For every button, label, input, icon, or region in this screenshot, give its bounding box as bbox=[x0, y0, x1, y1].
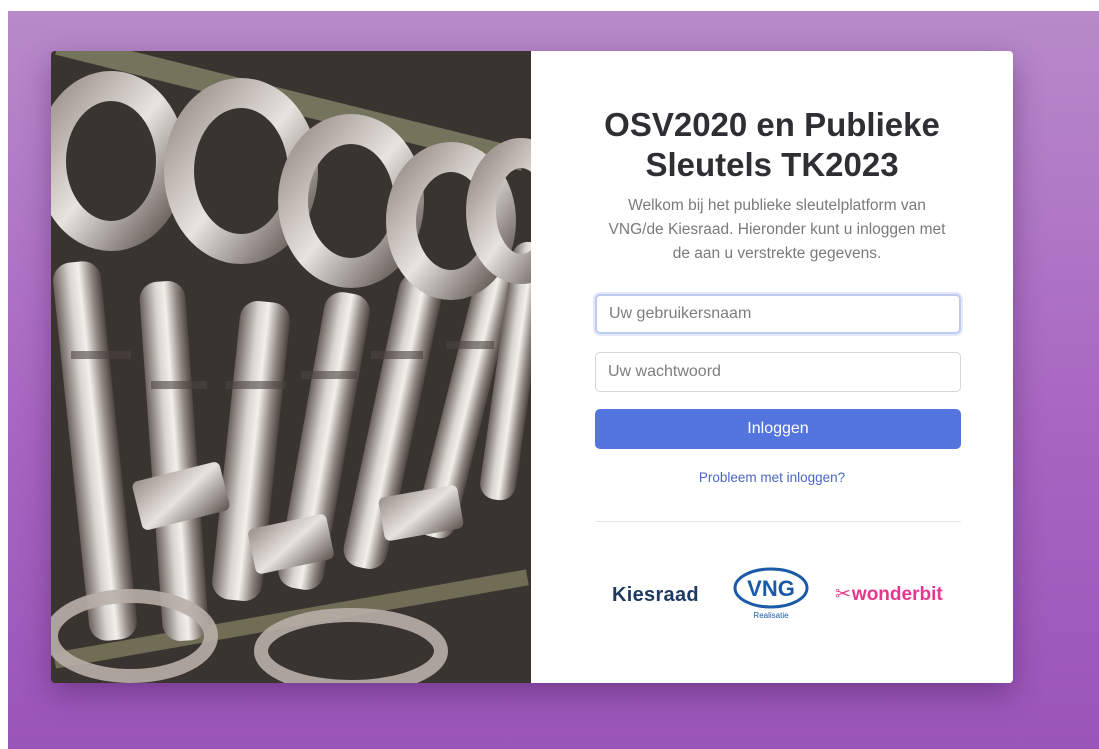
wonderbit-mark-icon: ✂ bbox=[835, 584, 851, 605]
divider bbox=[595, 521, 961, 522]
kiesraad-logo: Kiesraad bbox=[612, 584, 699, 606]
wonderbit-logo-text: wonderbit bbox=[851, 584, 943, 605]
login-help-link[interactable]: Probleem met inloggen? bbox=[531, 470, 1013, 485]
login-panel: OSV2020 en Publieke Sleutels TK2023 Welk… bbox=[531, 51, 1013, 683]
login-card: OSV2020 en Publieke Sleutels TK2023 Welk… bbox=[51, 51, 1013, 683]
vng-logo-text: VNG bbox=[747, 576, 795, 601]
welcome-text: Welkom bij het publieke sleutelplatform … bbox=[608, 197, 946, 262]
login-button[interactable]: Inloggen bbox=[595, 409, 961, 449]
page-title: OSV2020 en Publieke Sleutels TK2023 bbox=[604, 106, 940, 183]
password-input[interactable] bbox=[595, 352, 961, 392]
keys-photo bbox=[51, 51, 531, 683]
partner-logos: Kiesraad VNG Realisatie ✂wonderbit bbox=[595, 566, 961, 626]
vng-logo: VNG Realisatie bbox=[733, 566, 813, 626]
wonderbit-logo: ✂wonderbit bbox=[835, 583, 943, 606]
vng-logo-subtext: Realisatie bbox=[753, 611, 789, 620]
username-input[interactable] bbox=[595, 294, 961, 334]
